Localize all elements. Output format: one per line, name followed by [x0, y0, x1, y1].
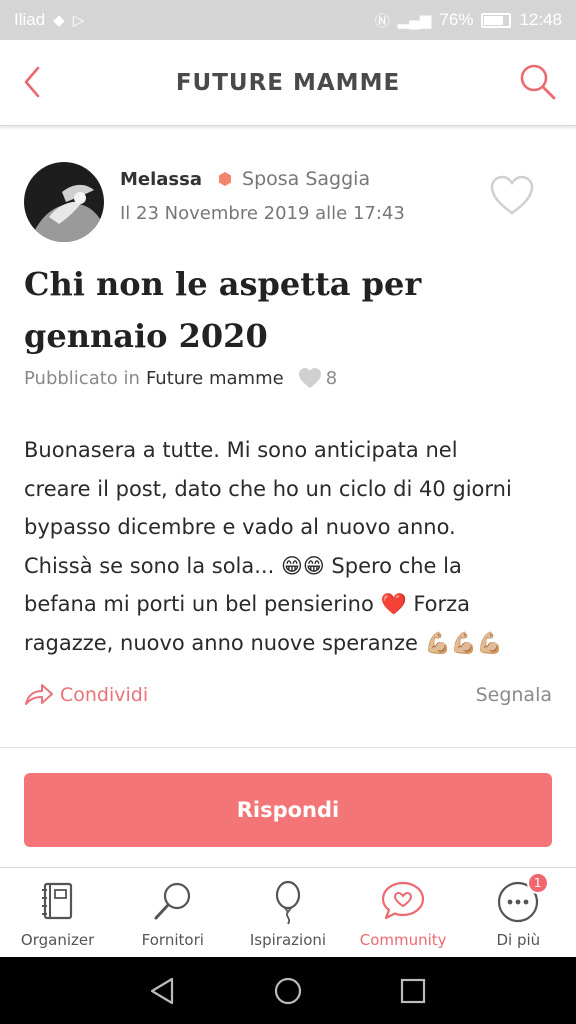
- system-recents-icon[interactable]: [396, 974, 430, 1008]
- tab-label: Community: [359, 931, 447, 949]
- body-line: bypasso dicembre e vado al nuovo anno.: [24, 515, 456, 539]
- author-line: Melassa Sposa Saggia: [120, 168, 370, 190]
- avatar[interactable]: [24, 162, 104, 242]
- report-link[interactable]: Segnala: [476, 684, 552, 706]
- tab-label: Ispirazioni: [249, 931, 327, 949]
- favorite-heart-icon[interactable]: [488, 173, 536, 217]
- signal-icon: ▂▄▆: [397, 12, 432, 29]
- play-store-icon: ▷: [72, 12, 85, 29]
- tab-fornitori[interactable]: Fornitori: [115, 868, 230, 957]
- body-line: ragazze, nuovo anno nuove speranze 💪🏼💪🏼💪…: [24, 630, 504, 655]
- page-title: FUTURE MAMME: [175, 69, 401, 96]
- body-line: creare il post, dato che ho un ciclo di …: [24, 476, 512, 501]
- like-heart-icon[interactable]: [298, 367, 322, 389]
- tab-ispirazioni[interactable]: Ispirazioni: [230, 868, 345, 957]
- status-bar: Iliad ◆ ▷ Ⓝ ▂▄▆ 76% 12:48: [0, 0, 576, 40]
- divider: [0, 747, 576, 748]
- author-rank: Sposa Saggia: [242, 168, 371, 190]
- tab-label: Organizer: [20, 931, 95, 949]
- author-name[interactable]: Melassa: [120, 169, 202, 190]
- carrier-name: Iliad: [14, 10, 46, 29]
- body-line: befana mi porti un bel pensierino ❤️ For…: [24, 592, 471, 616]
- reply-button[interactable]: Rispondi: [24, 773, 552, 847]
- chat-heart-icon: [382, 881, 425, 920]
- notification-icon: ◆: [53, 12, 65, 29]
- rank-badge-icon: [219, 172, 232, 186]
- body-line: Chissà se sono la sola... 😁😁 Spero che l…: [24, 553, 462, 578]
- planner-icon: [41, 882, 72, 920]
- system-nav-bar: [0, 957, 576, 1024]
- category-link[interactable]: Future mamme: [146, 368, 284, 389]
- nfc-icon: Ⓝ: [374, 12, 390, 30]
- share-arrow-icon: [25, 684, 53, 705]
- search-icon: [154, 882, 190, 920]
- share-label: Condividi: [60, 684, 149, 706]
- tab-label: Di più: [496, 931, 541, 949]
- like-count: 8: [325, 367, 338, 389]
- bottom-tab-bar: Organizer Fornitori Ispirazioni Communit…: [0, 867, 576, 957]
- battery-icon: [481, 12, 512, 28]
- balloon-icon: [275, 880, 301, 925]
- notification-badge: 1: [526, 872, 549, 894]
- share-button[interactable]: Condividi: [24, 682, 148, 708]
- body-line: Buonasera a tutte. Mi sono anticipata ne…: [24, 438, 458, 462]
- post-title: Chi non le aspetta per gennaio 2020: [24, 265, 422, 355]
- tab-label: Fornitori: [141, 931, 204, 949]
- post-body: Buonasera a tutte. Mi sono anticipata ne…: [24, 431, 554, 662]
- published-label: Pubblicato in: [24, 367, 140, 389]
- system-home-icon[interactable]: [271, 974, 305, 1008]
- app-header: FUTURE MAMME: [0, 40, 576, 126]
- tab-organizer[interactable]: Organizer: [0, 868, 115, 957]
- tab-di-piu[interactable]: Di più 1: [461, 868, 576, 957]
- search-icon[interactable]: [516, 60, 560, 104]
- tab-community[interactable]: Community: [346, 868, 461, 957]
- post-date: Il 23 Novembre 2019 alle 17:43: [120, 203, 405, 224]
- system-back-icon[interactable]: [146, 974, 180, 1008]
- post-meta: Pubblicato in Future mamme 8: [24, 367, 337, 389]
- clock: 12:48: [519, 10, 562, 29]
- back-arrow-icon[interactable]: [14, 62, 54, 102]
- battery-percent: 76%: [439, 10, 474, 29]
